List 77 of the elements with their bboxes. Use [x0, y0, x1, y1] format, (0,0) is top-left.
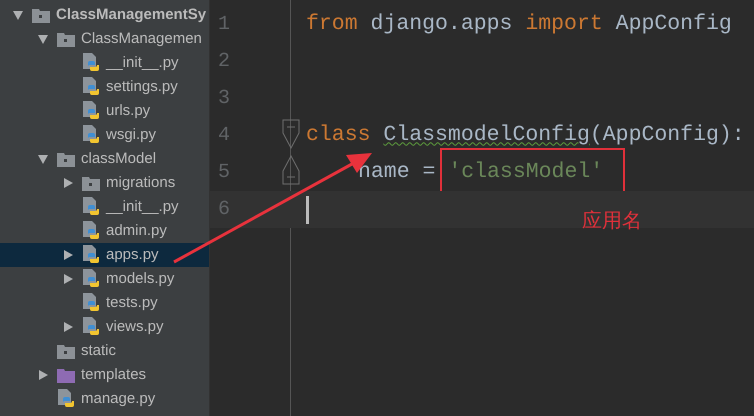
folder-icon	[32, 8, 50, 22]
code-token: class	[306, 122, 372, 150]
folder-icon	[57, 344, 75, 358]
python-file-icon	[82, 53, 100, 73]
line-number: 2	[218, 48, 232, 74]
tree-item-label: apps.py	[106, 244, 159, 265]
tree-item-label: admin.py	[106, 220, 167, 241]
folder-icon	[57, 152, 75, 166]
tree-item-label: migrations	[106, 172, 176, 193]
folder-icon	[57, 368, 75, 382]
python-file-icon	[82, 197, 100, 217]
tree-item-label: settings.py	[106, 76, 178, 97]
folder-icon	[57, 32, 75, 46]
tree-item[interactable]: ClassManagemen	[0, 27, 209, 51]
tree-item[interactable]: views.py	[0, 315, 209, 339]
expanded-arrow-icon[interactable]	[37, 153, 49, 165]
tree-item[interactable]: urls.py	[0, 99, 209, 123]
tree-item-label: tests.py	[106, 292, 158, 313]
code-token: ClassmodelConfig	[383, 122, 590, 150]
code-token: from	[306, 11, 358, 38]
python-file-icon	[82, 221, 100, 241]
code-token: 'classModel'	[448, 160, 604, 184]
tree-item[interactable]: classModel	[0, 147, 209, 171]
code-token: (AppConfig):	[590, 122, 745, 150]
python-file-icon	[82, 317, 100, 337]
tree-item-label: templates	[81, 364, 146, 385]
line-number: 5	[218, 160, 232, 186]
python-file-icon	[82, 269, 100, 289]
tree-item-label: ClassManagemen	[81, 28, 202, 49]
collapsed-arrow-icon[interactable]	[62, 177, 74, 189]
tree-item[interactable]: ClassManagementSy	[0, 3, 209, 27]
tree-item-label: views.py	[106, 316, 164, 337]
tree-item[interactable]: tests.py	[0, 291, 209, 315]
expanded-arrow-icon[interactable]	[12, 9, 24, 21]
tree-item[interactable]: apps.py	[0, 243, 209, 267]
collapsed-arrow-icon[interactable]	[62, 273, 74, 285]
python-file-icon	[82, 77, 100, 97]
line-number: 3	[218, 86, 232, 112]
tree-item[interactable]: __init__.py	[0, 195, 209, 219]
annotation-label: 应用名	[582, 207, 642, 234]
code-token: django.apps	[370, 11, 514, 38]
tree-item-label: __init__.py	[106, 52, 179, 73]
tree-item[interactable]: templates	[0, 363, 209, 387]
line-number: 1	[218, 12, 232, 38]
tree-item-label: classModel	[81, 148, 156, 169]
tree-item[interactable]: migrations	[0, 171, 209, 195]
tree-item-label: __init__.py	[106, 196, 179, 217]
tree-item[interactable]: __init__.py	[0, 51, 209, 75]
tree-item-label: urls.py	[106, 100, 150, 121]
tree-item-label: static	[81, 340, 116, 361]
tree-item[interactable]: wsgi.py	[0, 123, 209, 147]
python-file-icon	[82, 293, 100, 313]
python-file-icon	[82, 125, 100, 145]
tree-item[interactable]: models.py	[0, 267, 209, 291]
code-token: import	[525, 11, 603, 38]
tree-item[interactable]: static	[0, 339, 209, 363]
tree-item[interactable]: manage.py	[0, 387, 209, 411]
python-file-icon	[57, 389, 75, 409]
collapsed-arrow-icon[interactable]	[37, 369, 49, 381]
text-cursor	[306, 196, 309, 224]
collapsed-arrow-icon[interactable]	[62, 249, 74, 261]
code-token: name =	[358, 159, 436, 186]
fold-marker-icon[interactable]	[282, 119, 300, 149]
line-number: 4	[218, 122, 232, 148]
python-file-icon	[82, 101, 100, 121]
folder-icon	[82, 176, 100, 190]
tree-item-label: manage.py	[81, 388, 156, 409]
collapsed-arrow-icon[interactable]	[62, 321, 74, 333]
fold-marker-icon[interactable]	[282, 155, 300, 185]
code-token: AppConfig	[614, 11, 732, 38]
tree-item-label: wsgi.py	[106, 124, 156, 145]
tree-item[interactable]: admin.py	[0, 219, 209, 243]
expanded-arrow-icon[interactable]	[37, 33, 49, 45]
python-file-icon	[82, 245, 100, 265]
tree-item-label: models.py	[106, 268, 174, 289]
tree-item-label: ClassManagementSy	[56, 4, 206, 25]
tree-item[interactable]: settings.py	[0, 75, 209, 99]
